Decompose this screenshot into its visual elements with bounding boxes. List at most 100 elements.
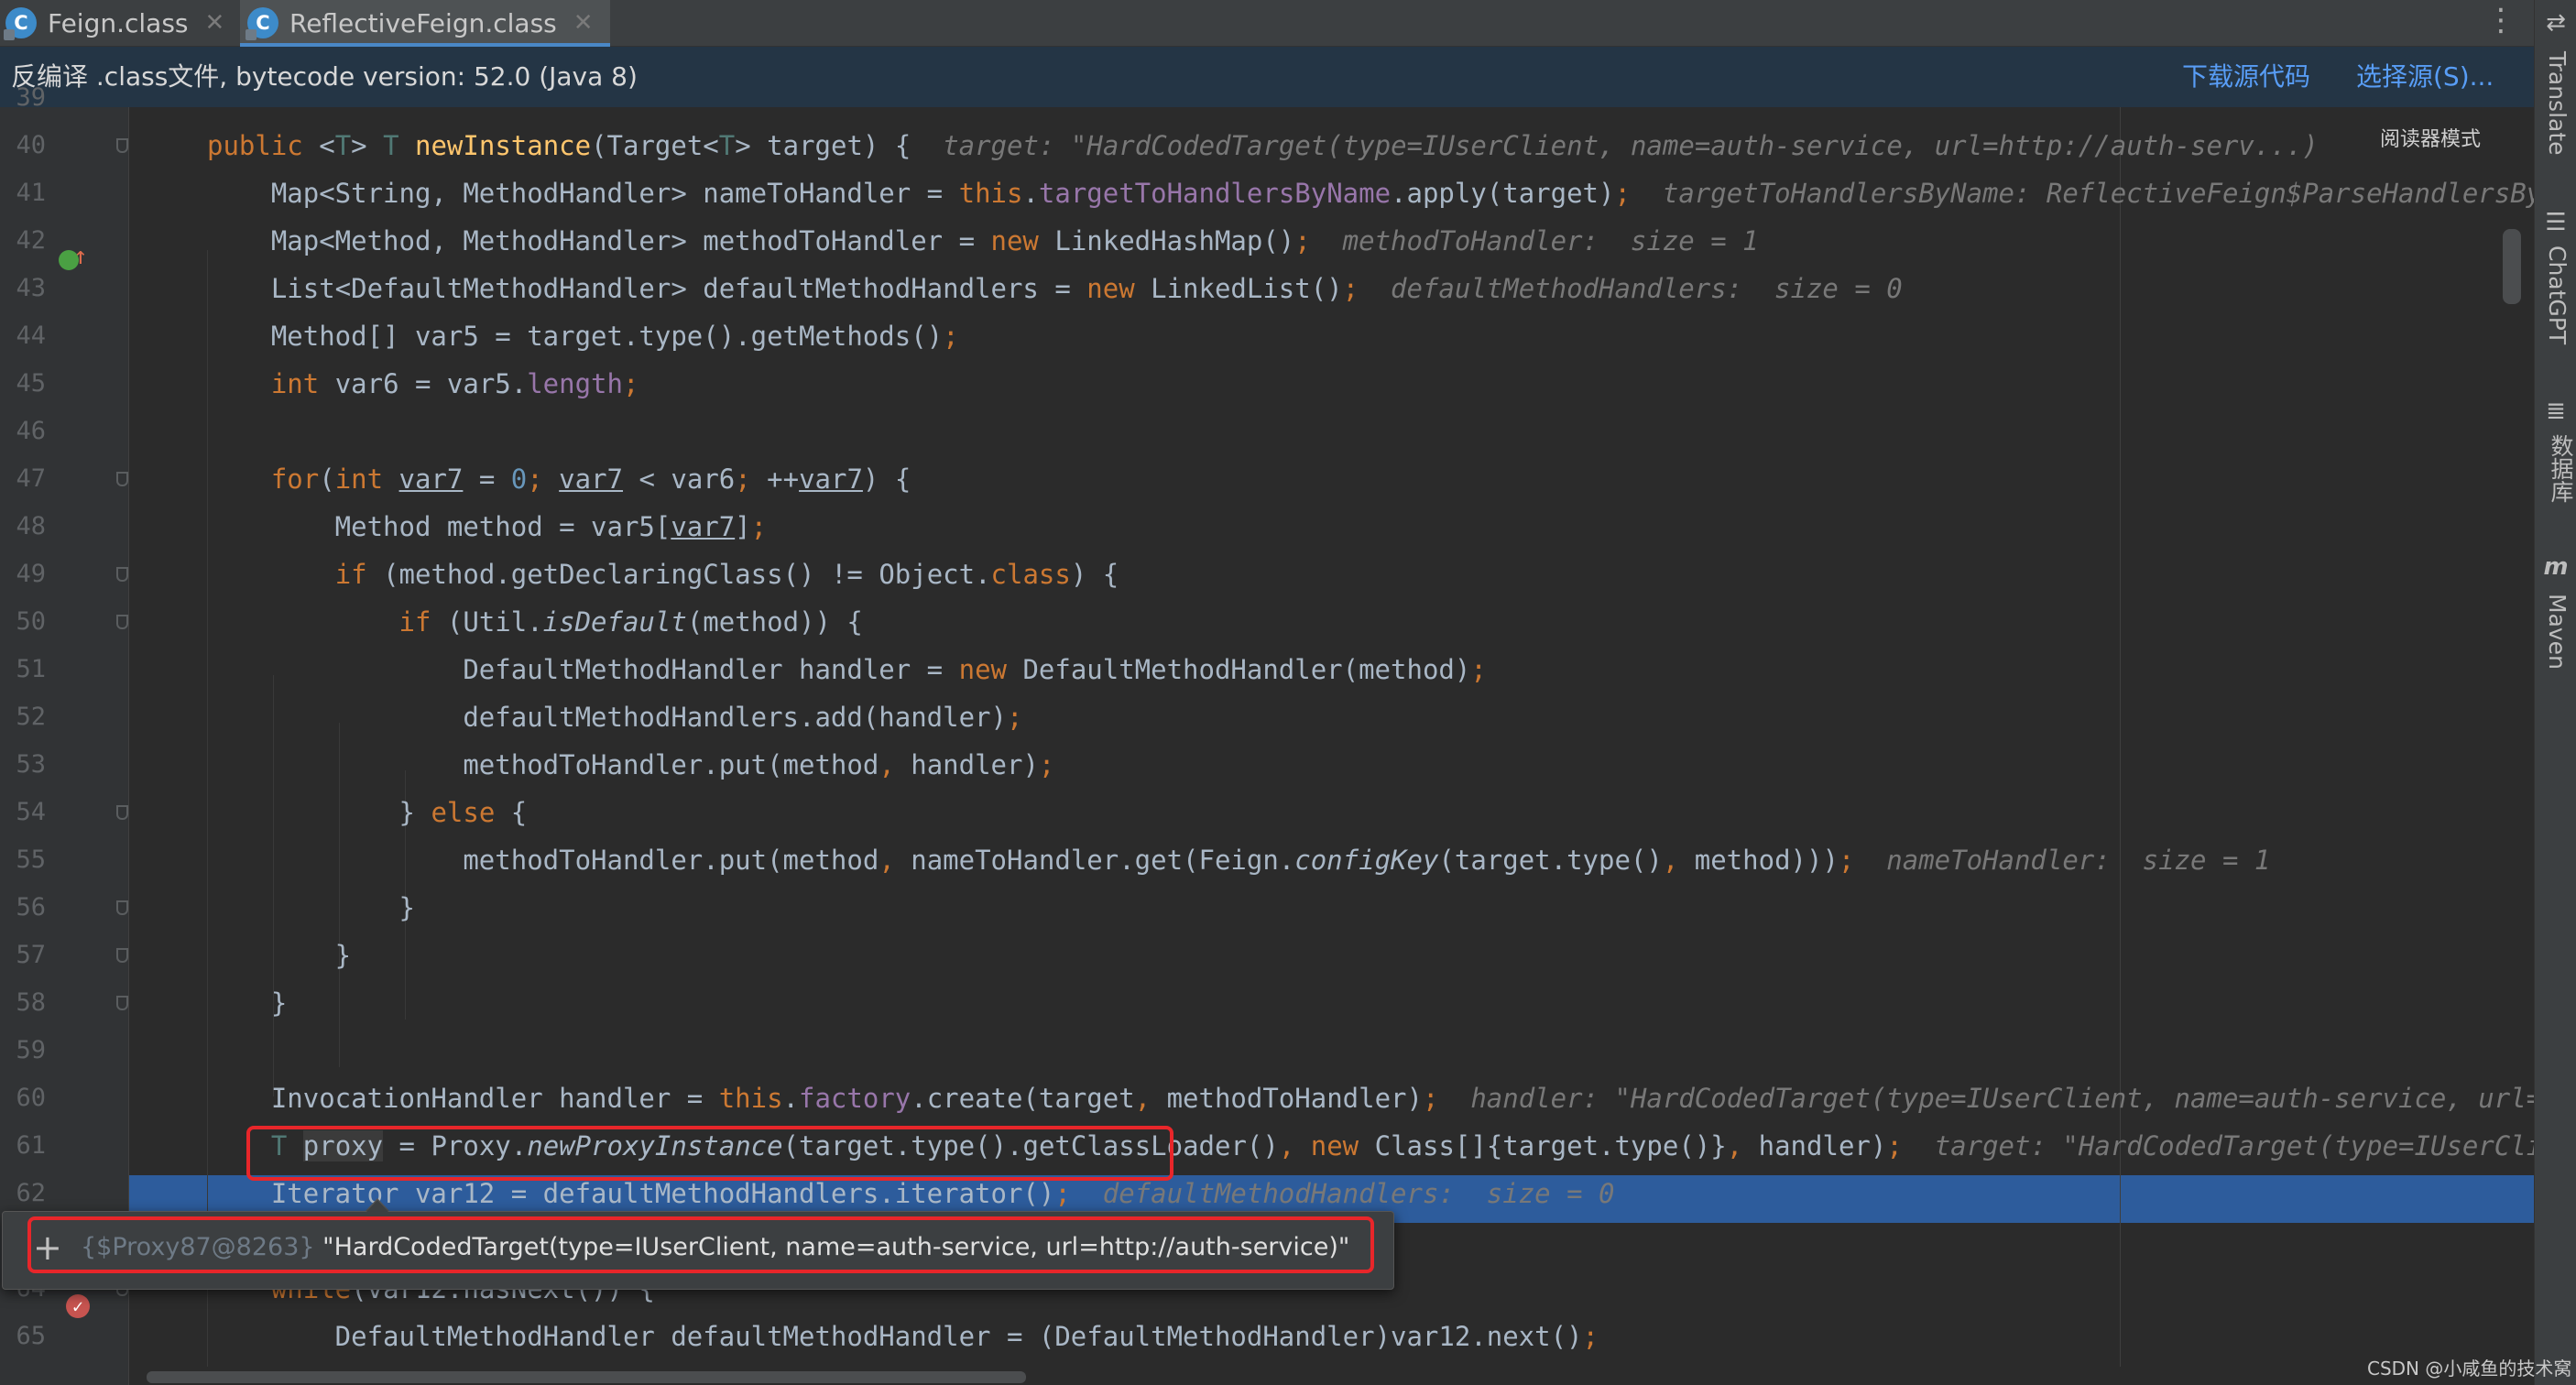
code-token: ; <box>1006 702 1023 733</box>
tab-reflectivefeign-class[interactable]: C ReflectiveFeign.class ✕ <box>240 0 610 47</box>
line-number[interactable]: 58 <box>0 988 46 1017</box>
line-number[interactable]: 62 <box>0 1179 46 1207</box>
line-number[interactable]: 65 <box>0 1322 46 1350</box>
code-line[interactable]: } <box>207 884 415 932</box>
fold-marker-icon[interactable] <box>116 900 128 915</box>
tool-database[interactable]: 数据库 <box>2544 434 2576 503</box>
tool-chatgpt[interactable]: ChatGPT <box>2544 245 2571 344</box>
inline-debug-value: handler: "HardCodedTarget(type=IUserClie… <box>1470 1083 2534 1114</box>
code-token: new <box>958 654 1023 685</box>
tool-translate[interactable]: Translate <box>2544 51 2571 156</box>
translate-icon[interactable]: ⇄ <box>2542 9 2570 37</box>
code-token: , <box>1662 845 1695 876</box>
fold-marker-icon[interactable] <box>116 996 128 1010</box>
line-number[interactable]: 60 <box>0 1084 46 1112</box>
code-line[interactable]: InvocationHandler handler = this.factory… <box>207 1074 2534 1122</box>
code-line[interactable]: public <T> T newInstance(Target<T> targe… <box>207 122 2319 169</box>
line-number[interactable]: 49 <box>0 560 46 588</box>
right-margin-guide <box>2120 107 2121 1367</box>
line-number[interactable]: 59 <box>0 1036 46 1064</box>
maven-icon[interactable]: m <box>2542 553 2570 581</box>
code-token: isDefault <box>542 606 687 638</box>
chatgpt-icon[interactable]: ☰ <box>2542 209 2570 236</box>
tool-maven[interactable]: Maven <box>2544 594 2571 670</box>
line-number[interactable]: 53 <box>0 750 46 779</box>
code-line[interactable]: DefaultMethodHandler defaultMethodHandle… <box>207 1313 1599 1360</box>
choose-sources-link[interactable]: 选择源(S)... <box>2356 47 2494 107</box>
line-number[interactable]: 48 <box>0 512 46 540</box>
code-editor[interactable]: public <T> T newInstance(Target<T> targe… <box>129 107 2534 1367</box>
code-token: ; <box>1342 273 1359 304</box>
code-line[interactable]: defaultMethodHandlers.add(handler); <box>207 693 1022 741</box>
line-number[interactable]: 44 <box>0 322 46 350</box>
fold-marker-icon[interactable] <box>116 567 128 582</box>
more-options-icon[interactable]: ⋮ <box>2483 2 2519 42</box>
line-number[interactable]: 55 <box>0 845 46 874</box>
fold-marker-icon[interactable] <box>116 472 128 486</box>
line-number-gutter[interactable]: 39 40 41 42 43 44 45 46 47 48 49 50 51 52 53 54 55 56 57 58… <box>0 83 129 1385</box>
code-line[interactable]: for(int var7 = 0; var7 < var6; ++var7) { <box>207 455 911 503</box>
code-line[interactable]: int var6 = var5.length; <box>207 360 639 408</box>
line-number[interactable]: 42 <box>0 226 46 255</box>
code-token: T <box>383 130 399 161</box>
code-line[interactable]: List<DefaultMethodHandler> defaultMethod… <box>207 265 1903 312</box>
code-token: (method)) { <box>686 606 863 638</box>
code-token: if <box>334 559 384 590</box>
vertical-scrollbar[interactable] <box>2503 229 2521 304</box>
popup-pointer-inner <box>366 1200 388 1212</box>
fold-marker-icon[interactable] <box>116 948 128 963</box>
database-icon[interactable]: ≣ <box>2542 398 2570 425</box>
code-token: (Util. <box>446 606 543 638</box>
line-number[interactable]: 52 <box>0 703 46 731</box>
code-line[interactable]: Method method = var5[var7]; <box>207 503 767 551</box>
arrow-up-icon: ↑ <box>73 243 88 270</box>
code-token: .create(target <box>911 1083 1135 1114</box>
code-line[interactable]: Map<String, MethodHandler> nameToHandler… <box>207 169 2534 217</box>
line-number[interactable]: 47 <box>0 464 46 493</box>
line-number[interactable]: 46 <box>0 417 46 445</box>
code-token: } <box>207 940 352 971</box>
code-token: < <box>319 130 335 161</box>
code-line[interactable]: DefaultMethodHandler handler = new Defau… <box>207 646 1486 693</box>
close-icon[interactable]: ✕ <box>573 9 594 37</box>
line-number[interactable]: 40 <box>0 131 46 159</box>
line-number[interactable]: 56 <box>0 893 46 922</box>
code-line[interactable]: methodToHandler.put(method, handler); <box>207 741 1054 789</box>
code-line[interactable]: if (Util.isDefault(method)) { <box>207 598 863 646</box>
line-number[interactable]: 41 <box>0 179 46 207</box>
code-line[interactable]: methodToHandler.put(method, nameToHandle… <box>207 836 2270 884</box>
code-token: , <box>1134 1083 1167 1114</box>
fold-marker-icon[interactable] <box>116 138 128 153</box>
code-line[interactable]: } <box>207 932 351 979</box>
code-token: handler) <box>1758 1130 1887 1161</box>
code-token: ; <box>1294 225 1311 256</box>
line-number[interactable]: 45 <box>0 369 46 398</box>
line-number[interactable]: 51 <box>0 655 46 683</box>
fold-marker-icon[interactable] <box>116 615 128 629</box>
code-token: ) { <box>1070 559 1119 590</box>
line-number[interactable]: 39 <box>0 83 46 112</box>
line-number[interactable]: 54 <box>0 798 46 826</box>
line-number[interactable]: 43 <box>0 274 46 302</box>
horizontal-scrollbar[interactable] <box>147 1371 1026 1383</box>
breakpoint-icon[interactable]: ✓ <box>66 1294 90 1318</box>
inline-debug-value: targetToHandlersByName: ReflectiveFeign$… <box>1662 178 2534 209</box>
line-number[interactable]: 61 <box>0 1131 46 1160</box>
code-line[interactable]: } <box>207 979 287 1027</box>
code-token: ; <box>1614 178 1631 209</box>
code-line[interactable]: } else { <box>207 789 528 836</box>
code-token: Class[]{target.type()} <box>1374 1130 1727 1161</box>
tab-feign-class[interactable]: C Feign.class ✕ <box>4 0 225 46</box>
code-token: Map<Method, MethodHandler> methodToHandl… <box>207 225 991 256</box>
line-number[interactable]: 50 <box>0 607 46 636</box>
close-icon[interactable]: ✕ <box>205 9 225 37</box>
fold-marker-icon[interactable] <box>116 805 128 820</box>
code-line[interactable]: if (method.getDeclaringClass() != Object… <box>207 551 1119 598</box>
download-sources-link[interactable]: 下载源代码 <box>2182 47 2310 107</box>
code-line[interactable]: Method[] var5 = target.type().getMethods… <box>207 312 959 360</box>
line-number[interactable]: 57 <box>0 941 46 969</box>
code-line[interactable]: Map<Method, MethodHandler> methodToHandl… <box>207 217 1759 265</box>
